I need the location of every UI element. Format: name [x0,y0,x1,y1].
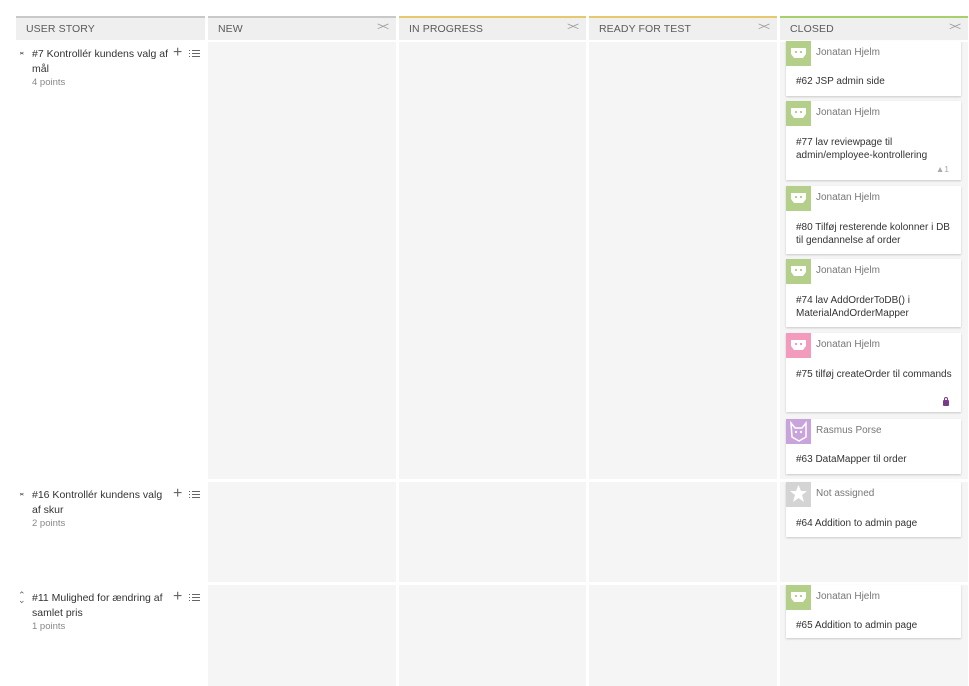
cell-ready-for-test[interactable] [589,585,777,686]
column-header-in-progress: IN PROGRESS >< [399,16,586,40]
avatar [786,101,811,126]
card-assignee: Jonatan Hjelm [816,339,880,350]
card-assignee: Jonatan Hjelm [816,192,880,203]
card-title[interactable]: #62 JSP admin side [796,76,956,89]
card-title[interactable]: #77 lav reviewpage til admin/employee-ko… [796,137,956,162]
lock-icon [943,397,949,406]
avatar [786,419,811,444]
fold-column-icon[interactable]: >< [567,21,579,33]
column-title-ready-for-test: READY FOR TEST [599,23,692,35]
upvote-count[interactable]: ▲1 [936,164,949,174]
add-task-icon[interactable]: + [173,485,182,503]
collapse-row-icon[interactable]: ⌃ ⌄ [18,591,28,605]
card-assignee: Jonatan Hjelm [816,47,880,58]
column-header-new: NEW >< [208,16,396,40]
card-title[interactable]: #75 tilføj createOrder til commands [796,369,956,382]
cell-new[interactable] [208,42,396,479]
task-card[interactable]: Jonatan Hjelm #80 Tilføj resterende kolo… [786,186,961,254]
column-title-user-story: USER STORY [26,23,95,35]
column-title-closed: CLOSED [790,23,834,35]
bulk-add-icon[interactable] [189,592,200,603]
column-header-user-story: USER STORY [16,16,205,40]
user-story-points: 2 points [32,518,66,529]
card-assignee: Jonatan Hjelm [816,591,880,602]
card-assignee: Jonatan Hjelm [816,107,880,118]
cell-in-progress[interactable] [399,42,586,479]
card-title[interactable]: #65 Addition to admin page [796,620,956,633]
user-story-title[interactable]: #16 Kontrollér kundens valg af skur [32,488,172,518]
task-card[interactable]: Jonatan Hjelm #77 lav reviewpage til adm… [786,101,961,180]
user-story-title[interactable]: #7 Kontrollér kundens valg af mål [32,47,172,77]
fold-column-icon[interactable]: >< [377,21,389,33]
cell-ready-for-test[interactable] [589,482,777,582]
cell-in-progress[interactable] [399,585,586,686]
card-title[interactable]: #63 DataMapper til order [796,454,956,467]
column-header-ready-for-test: READY FOR TEST >< [589,16,777,40]
task-card[interactable]: Jonatan Hjelm #75 tilføj createOrder til… [786,333,961,412]
fold-column-icon[interactable]: >< [758,21,770,33]
add-task-icon[interactable]: + [173,44,182,62]
task-card[interactable]: Jonatan Hjelm #65 Addition to admin page [786,585,961,638]
avatar [786,482,811,507]
user-story-points: 4 points [32,77,66,88]
task-card[interactable]: Not assigned #64 Addition to admin page [786,482,961,537]
avatar [786,333,811,358]
card-assignee: Jonatan Hjelm [816,265,880,276]
add-task-icon[interactable]: + [173,588,182,606]
card-title[interactable]: #74 lav AddOrderToDB() i MaterialAndOrde… [796,295,956,320]
card-assignee: Rasmus Porse [816,425,882,436]
cell-in-progress[interactable] [399,482,586,582]
avatar [786,585,811,610]
bulk-add-icon[interactable] [189,489,200,500]
user-story-points: 1 points [32,621,66,632]
collapse-row-icon[interactable]: ⌄ ⌃ [18,47,28,61]
cell-new[interactable] [208,585,396,686]
task-card[interactable]: Rasmus Porse #63 DataMapper til order [786,419,961,474]
avatar [786,259,811,284]
card-assignee: Not assigned [816,488,875,499]
column-title-in-progress: IN PROGRESS [409,23,484,35]
fold-column-icon[interactable]: >< [949,21,961,33]
card-title[interactable]: #80 Tilføj resterende kolonner i DB til … [796,222,956,247]
user-story-title[interactable]: #11 Mulighed for ændring af samlet pris [32,591,172,621]
collapse-row-icon[interactable]: ⌄ ⌃ [18,488,28,502]
bulk-add-icon[interactable] [189,48,200,59]
task-card[interactable]: Jonatan Hjelm #74 lav AddOrderToDB() i M… [786,259,961,327]
task-card[interactable]: Jonatan Hjelm #62 JSP admin side [786,41,961,96]
avatar [786,186,811,211]
cell-new[interactable] [208,482,396,582]
cell-ready-for-test[interactable] [589,42,777,479]
avatar [786,41,811,66]
column-title-new: NEW [218,23,243,35]
column-header-closed: CLOSED >< [780,16,968,40]
card-title[interactable]: #64 Addition to admin page [796,518,956,531]
